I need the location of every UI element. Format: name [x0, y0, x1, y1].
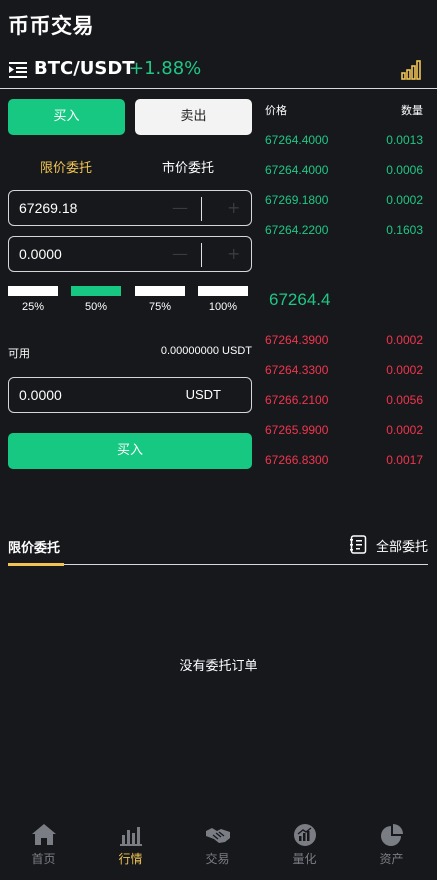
- percent-bar: [135, 286, 185, 296]
- ask-qty: 0.0056: [386, 393, 423, 407]
- amount-increase-button[interactable]: +: [227, 237, 240, 271]
- stepper-divider: [201, 197, 202, 221]
- amount-decrease-button[interactable]: —: [172, 237, 188, 271]
- percent-label: 100%: [208, 301, 238, 313]
- bid-qty: 0.0013: [386, 133, 423, 147]
- submit-buy-button[interactable]: 买入: [8, 433, 252, 469]
- nav-item-home[interactable]: 首页: [0, 815, 87, 867]
- nav-label: 行情: [118, 852, 143, 866]
- nav-item-assets[interactable]: 资产: [348, 815, 435, 867]
- percent-label: 25%: [21, 301, 45, 313]
- percent-label: 75%: [148, 301, 172, 313]
- nav-label: 量化: [292, 852, 317, 866]
- page-title: 币币交易: [8, 14, 94, 38]
- pie-chart-icon: [380, 824, 403, 846]
- nav-label: 交易: [205, 852, 230, 866]
- tab-limit-orders[interactable]: 限价委托: [8, 537, 60, 556]
- bid-price: 67264.4000: [265, 133, 329, 147]
- percent-label: 50%: [84, 301, 108, 313]
- bid-qty: 0.1603: [386, 223, 423, 237]
- total-value: 0.0000: [19, 387, 62, 403]
- empty-orders-message: 没有委托订单: [179, 659, 258, 674]
- stepper-divider: [201, 243, 202, 267]
- total-input[interactable]: 0.0000 USDT: [8, 377, 252, 413]
- ask-price: 67265.9900: [265, 423, 329, 437]
- available-value: 0.00000000 USDT: [160, 345, 252, 357]
- percent-75-button[interactable]: 75%: [135, 286, 185, 313]
- percent-bar: [198, 286, 248, 296]
- buy-tab-button[interactable]: 买入: [8, 99, 125, 135]
- price-decrease-button[interactable]: —: [172, 191, 188, 225]
- orderbook-qty-header: 数量: [401, 104, 423, 117]
- tab-market-order[interactable]: 市价委托: [162, 157, 214, 176]
- ask-qty: 0.0017: [386, 453, 423, 467]
- sell-tab-button[interactable]: 卖出: [135, 99, 252, 135]
- available-label: 可用: [8, 347, 30, 360]
- active-tab-indicator: [8, 563, 64, 566]
- nav-label: 资产: [379, 852, 404, 866]
- price-increase-button[interactable]: +: [227, 191, 240, 225]
- percent-bar: [8, 286, 58, 296]
- orders-divider: [8, 564, 428, 565]
- price-input[interactable]: 67269.18 — +: [8, 190, 252, 226]
- ask-price: 67266.8300: [265, 453, 329, 467]
- nav-label: 首页: [31, 852, 56, 866]
- ask-price: 67264.3300: [265, 363, 329, 377]
- amount-value: 0.0000: [19, 246, 62, 262]
- home-icon: [31, 824, 56, 845]
- price-value: 67269.18: [19, 200, 78, 216]
- pair-bar: BTC/USDT +1.88%: [0, 56, 437, 89]
- pair-change: +1.88%: [129, 58, 202, 79]
- all-orders-link[interactable]: 全部委托: [376, 536, 428, 555]
- order-list-icon[interactable]: [350, 535, 367, 554]
- total-unit: USDT: [185, 387, 221, 402]
- ask-price: 67266.2100: [265, 393, 329, 407]
- ask-qty: 0.0002: [386, 333, 423, 347]
- bid-price: 67269.1800: [265, 193, 329, 207]
- bid-price: 67264.4000: [265, 163, 329, 177]
- last-price: 67264.4: [269, 290, 331, 309]
- bid-qty: 0.0002: [386, 193, 423, 207]
- quant-icon: [293, 824, 316, 846]
- bid-price: 67264.2200: [265, 223, 329, 237]
- bid-qty: 0.0006: [386, 163, 423, 177]
- ask-qty: 0.0002: [386, 363, 423, 377]
- percent-100-button[interactable]: 100%: [198, 286, 248, 313]
- amount-input[interactable]: 0.0000 — +: [8, 236, 252, 272]
- percent-50-button[interactable]: 50%: [71, 286, 121, 313]
- ask-qty: 0.0002: [386, 423, 423, 437]
- nav-item-trade[interactable]: 交易: [174, 815, 261, 867]
- market-chart-icon: [119, 827, 142, 846]
- menu-list-icon[interactable]: [9, 61, 29, 79]
- ask-price: 67264.3900: [265, 333, 329, 347]
- pair-name[interactable]: BTC/USDT: [34, 58, 135, 79]
- handshake-icon: [205, 828, 230, 843]
- percent-25-button[interactable]: 25%: [8, 286, 58, 313]
- nav-item-market[interactable]: 行情: [87, 815, 174, 867]
- tab-limit-order[interactable]: 限价委托: [40, 157, 92, 176]
- nav-item-quant[interactable]: 量化: [261, 815, 348, 867]
- percent-bar: [71, 286, 121, 296]
- orderbook-price-header: 价格: [265, 104, 287, 117]
- kline-chart-icon[interactable]: [401, 60, 423, 80]
- bottom-nav: 首页 行情 交易 量化 资产: [0, 815, 437, 880]
